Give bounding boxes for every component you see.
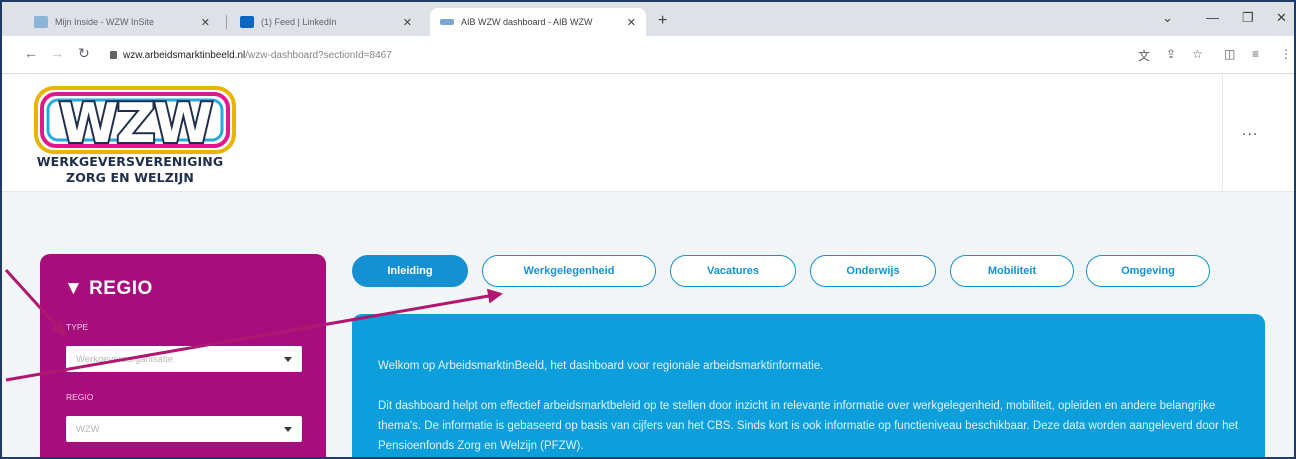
page-favicon-icon bbox=[34, 16, 48, 28]
browser-tab-mijn-inside[interactable]: Mijn Inside - WZW InSite ✕ bbox=[24, 8, 220, 36]
regio-select-value: WZW bbox=[76, 423, 100, 435]
chevron-down-icon bbox=[284, 356, 292, 362]
tab-onderwijs[interactable]: Onderwijs bbox=[810, 255, 936, 287]
browser-tab-aib-dashboard[interactable]: AIB WZW dashboard - AIB WZW ✕ bbox=[430, 8, 646, 36]
bookmark-star-icon[interactable]: ☆ bbox=[1192, 47, 1203, 61]
regio-filter-panel: ▼ REGIO TYPE Werkgeversorganisatie REGIO… bbox=[40, 254, 326, 457]
logo-wordmark: WZW bbox=[59, 92, 212, 155]
translate-icon[interactable]: 文 bbox=[1138, 47, 1150, 64]
screenshot-frame: Mijn Inside - WZW InSite ✕ (1) Feed | Li… bbox=[0, 0, 1296, 459]
chevron-down-icon bbox=[284, 426, 292, 432]
tab-omgeving[interactable]: Omgeving bbox=[1086, 255, 1210, 287]
more-options-icon[interactable]: ... bbox=[1242, 122, 1258, 140]
reload-icon[interactable]: ↻ bbox=[78, 45, 90, 62]
tab-inleiding[interactable]: Inleiding bbox=[352, 255, 468, 287]
tab-search-icon[interactable]: ⌄ bbox=[1162, 10, 1173, 26]
close-tab-icon[interactable]: ✕ bbox=[201, 16, 210, 29]
site-header: WZW WERKGEVERSVERENIGING ZORG EN WELZIJN… bbox=[2, 74, 1294, 192]
side-panel-icon[interactable]: ◫ bbox=[1224, 47, 1235, 61]
share-icon[interactable]: ⇪ bbox=[1166, 47, 1176, 61]
org-name-line2: ZORG EN WELZIJN bbox=[66, 170, 194, 185]
tab-mobiliteit[interactable]: Mobiliteit bbox=[950, 255, 1074, 287]
address-bar[interactable]: wzw.arbeidsmarktinbeeld.nl /wzw-dashboar… bbox=[110, 44, 1130, 66]
tab-werkgelegenheid[interactable]: Werkgelegenheid bbox=[482, 255, 656, 287]
browser-tab-strip: Mijn Inside - WZW InSite ✕ (1) Feed | Li… bbox=[2, 2, 1294, 36]
linkedin-icon bbox=[240, 16, 254, 28]
chrome-menu-icon[interactable]: ⋮ bbox=[1280, 47, 1292, 61]
browser-tab-linkedin[interactable]: (1) Feed | LinkedIn ✕ bbox=[230, 8, 422, 36]
close-window-icon[interactable]: ✕ bbox=[1276, 10, 1287, 26]
regio-toggle[interactable]: ▼ REGIO bbox=[64, 278, 153, 300]
org-name-line1: WERKGEVERSVERENIGING bbox=[36, 154, 224, 169]
type-label: TYPE bbox=[66, 322, 89, 332]
extensions-icon[interactable]: ≡ bbox=[1252, 47, 1259, 61]
minimize-icon[interactable]: — bbox=[1206, 10, 1219, 25]
tab-divider bbox=[226, 15, 227, 29]
close-tab-icon[interactable]: ✕ bbox=[403, 16, 412, 29]
type-select-value: Werkgeversorganisatie bbox=[76, 353, 173, 365]
url-path: /wzw-dashboard?sectionId=8467 bbox=[245, 49, 392, 61]
tab-title: Mijn Inside - WZW InSite bbox=[55, 17, 155, 27]
intro-panel: Welkom op ArbeidsmarktinBeeld, het dashb… bbox=[352, 314, 1265, 457]
forward-icon[interactable]: → bbox=[50, 45, 64, 61]
tab-title: AIB WZW dashboard - AIB WZW bbox=[461, 17, 593, 27]
header-divider bbox=[1222, 74, 1223, 192]
lock-icon bbox=[110, 51, 117, 59]
close-tab-icon[interactable]: ✕ bbox=[627, 16, 636, 29]
intro-welcome-text: Welkom op ArbeidsmarktinBeeld, het dashb… bbox=[378, 360, 824, 372]
maximize-icon[interactable]: ❐ bbox=[1242, 10, 1254, 26]
regio-label: REGIO bbox=[66, 392, 94, 402]
org-name: WERKGEVERSVERENIGING ZORG EN WELZIJN bbox=[30, 154, 230, 186]
back-icon[interactable]: ← bbox=[24, 45, 38, 61]
page-favicon-icon bbox=[440, 19, 454, 25]
tab-title: (1) Feed | LinkedIn bbox=[261, 17, 337, 27]
browser-toolbar: ← → ↻ wzw.arbeidsmarktinbeeld.nl /wzw-da… bbox=[2, 36, 1294, 74]
intro-body-text: Dit dashboard helpt om effectief arbeids… bbox=[378, 400, 1239, 452]
url-host: wzw.arbeidsmarktinbeeld.nl bbox=[123, 49, 246, 61]
tab-vacatures[interactable]: Vacatures bbox=[670, 255, 796, 287]
regio-select[interactable]: WZW bbox=[66, 416, 302, 442]
new-tab-icon[interactable]: + bbox=[658, 12, 667, 30]
type-select[interactable]: Werkgeversorganisatie bbox=[66, 346, 302, 372]
